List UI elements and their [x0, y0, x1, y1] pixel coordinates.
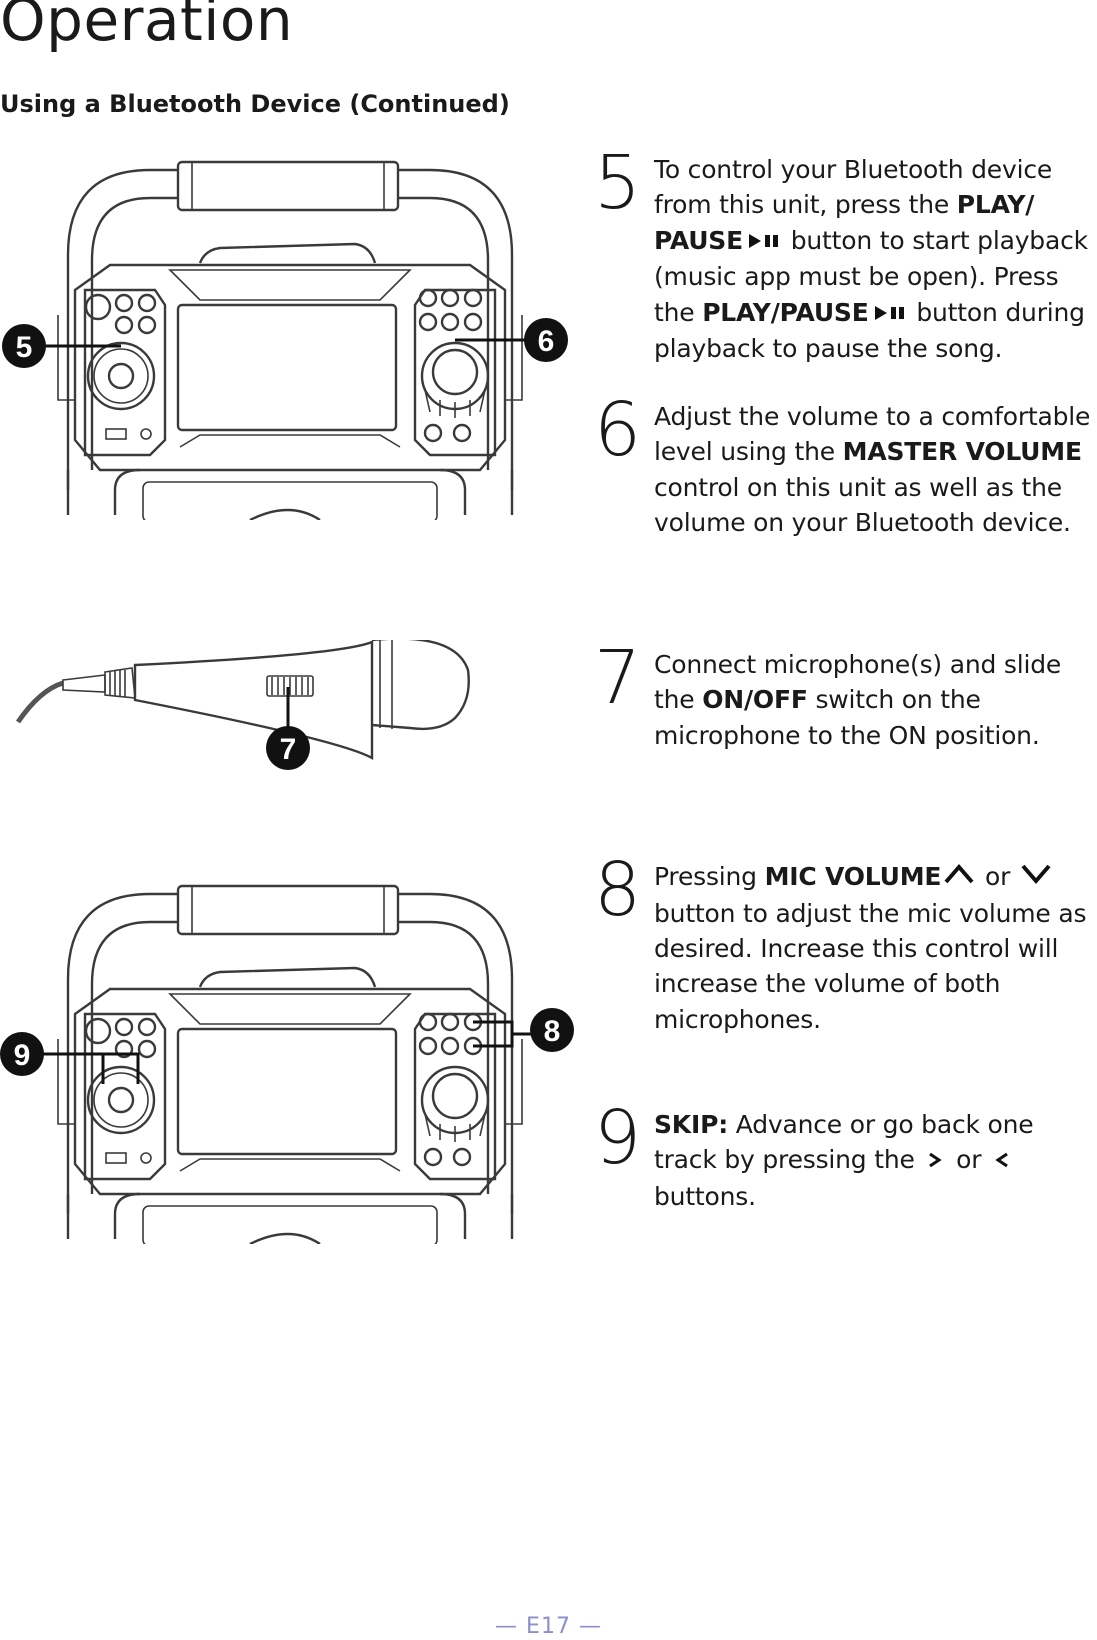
bold-term: MASTER VOLUME: [842, 437, 1082, 467]
callout-5-label: 5: [16, 331, 33, 364]
chevron-left-icon: [989, 1144, 1015, 1179]
section-subtitle: Using a Bluetooth Device (Continued): [0, 90, 510, 118]
callout-8-label: 8: [544, 1015, 561, 1048]
text-run: button to adjust the mic volume as desir…: [654, 898, 1087, 1034]
step-number: 9: [594, 1095, 642, 1181]
callout-7-label: 7: [280, 733, 297, 766]
page-number-footer: — E17 —: [495, 1614, 602, 1639]
text-run: or: [977, 862, 1018, 891]
chevron-down-icon: [1018, 860, 1054, 895]
play-pause-icon: [743, 224, 783, 259]
bold-term: SKIP:: [654, 1110, 729, 1139]
page-title: Operation: [0, 0, 294, 54]
bold-term: ON/OFF: [702, 685, 808, 715]
karaoke-unit-drawing: [57, 160, 523, 520]
step-number: 7: [594, 635, 642, 721]
karaoke-unit-drawing: [57, 884, 523, 1244]
bold-term: MIC VOLUME: [764, 862, 942, 891]
text-run: control on this unit as well as the volu…: [654, 472, 1071, 537]
karaoke-unit-illustration-bottom: 9 8: [0, 884, 574, 1244]
step-text: To control your Bluetooth device from th…: [654, 152, 1097, 366]
callout-5: 5: [2, 324, 121, 368]
step-text: Pressing MIC VOLUME or button to adjust …: [654, 859, 1097, 1037]
text-run: or: [948, 1145, 990, 1175]
step-text: Connect microphone(s) and slide the ON/O…: [654, 647, 1097, 753]
step-number: 8: [594, 847, 642, 933]
callout-6-label: 6: [538, 325, 555, 358]
step-text: SKIP: Advance or go back one track by pr…: [654, 1107, 1097, 1214]
play-pause-icon: [869, 296, 909, 331]
step-number: 6: [594, 387, 642, 473]
microphone-drawing: [15, 640, 470, 761]
microphone-illustration: 7: [15, 640, 470, 770]
chevron-right-icon: [922, 1144, 948, 1179]
step-number: 5: [594, 140, 642, 226]
step-text: Adjust the volume to a comfortable level…: [654, 399, 1097, 540]
text-run: Pressing: [654, 862, 765, 891]
text-run: buttons.: [654, 1181, 756, 1211]
karaoke-unit-illustration-top: 5 6: [2, 160, 568, 520]
bold-term: PLAY/PAUSE: [702, 297, 869, 327]
callout-9-label: 9: [14, 1039, 31, 1072]
chevron-up-icon: [941, 860, 977, 895]
